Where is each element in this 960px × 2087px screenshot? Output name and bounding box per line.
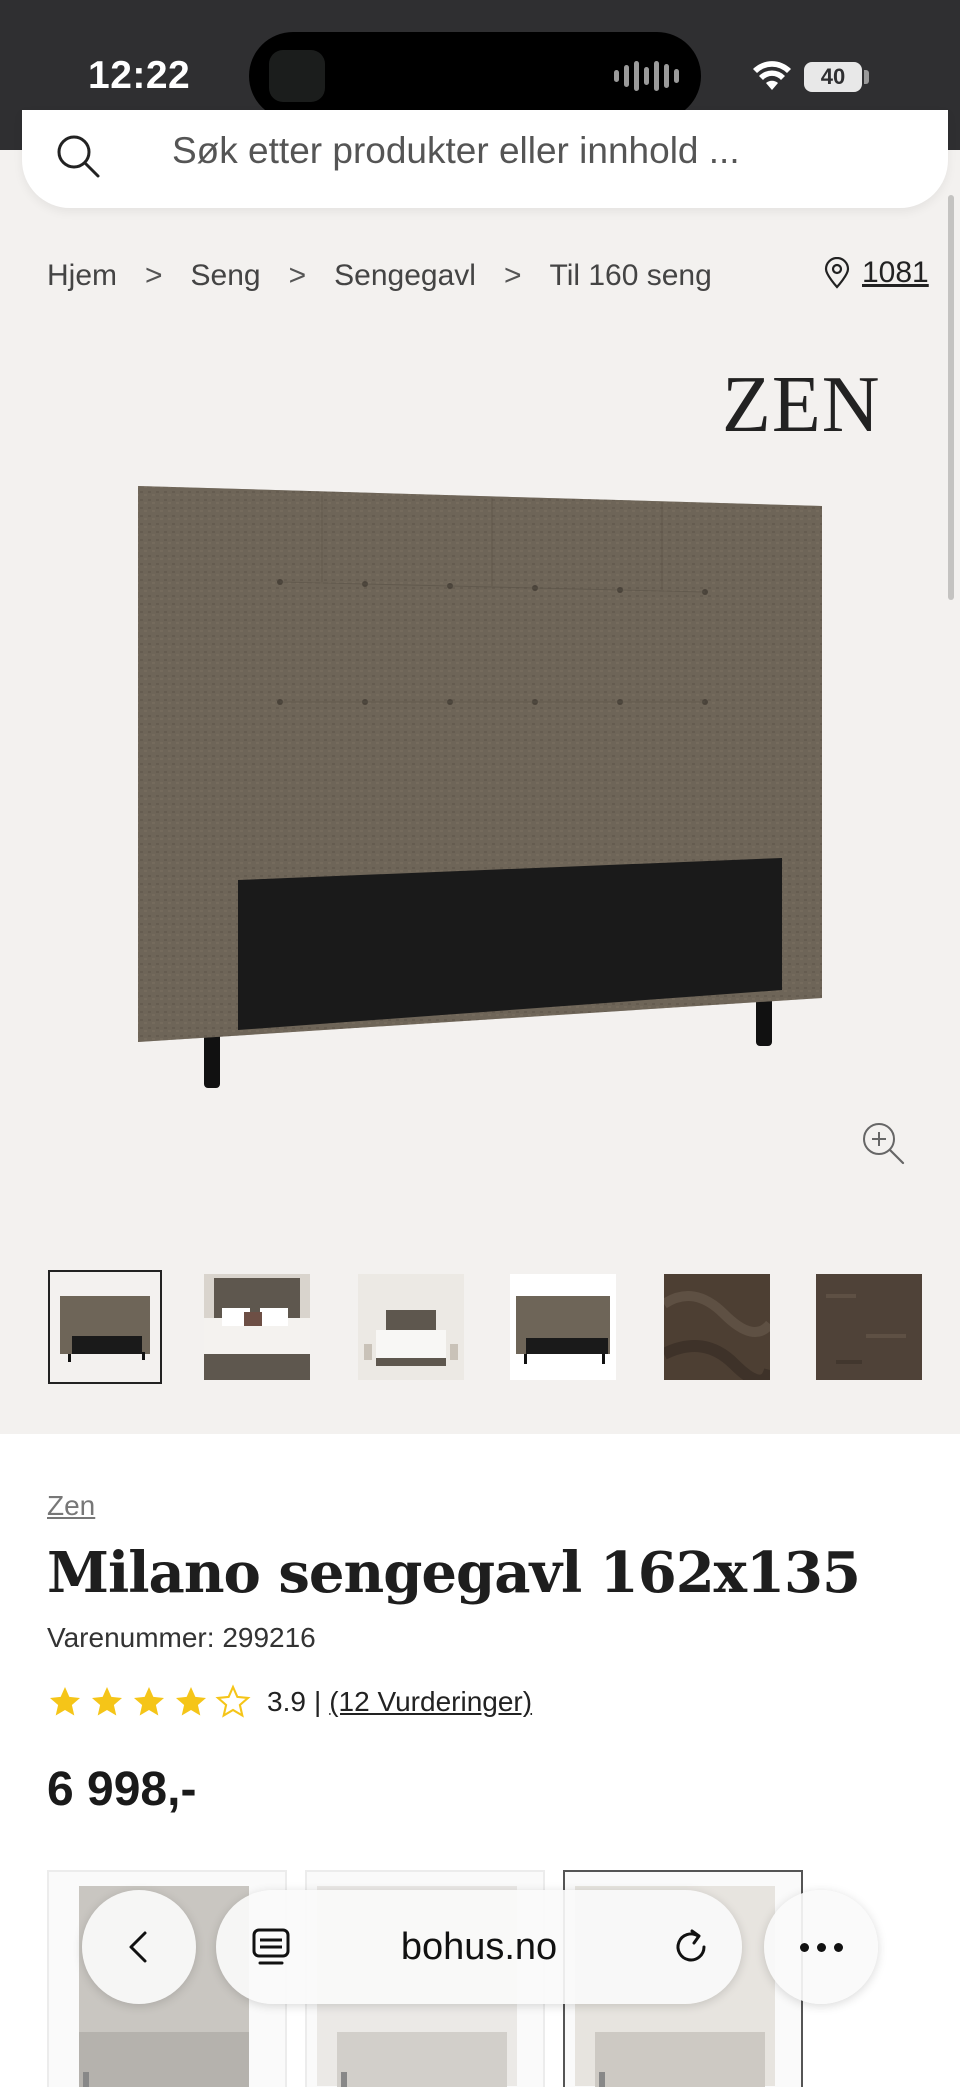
- star-filled-icon: [92, 1687, 122, 1716]
- thumbnail-headboard-white[interactable]: [510, 1274, 616, 1380]
- battery-level: 40: [820, 64, 846, 89]
- thumbnail-bedroom-1[interactable]: [204, 1274, 310, 1380]
- store-number[interactable]: 1081: [862, 256, 929, 290]
- chevron-right-icon: >: [503, 259, 522, 292]
- battery-tip: [864, 70, 869, 84]
- thumbnail-fabric-2[interactable]: [816, 1274, 922, 1380]
- more-icon: [799, 1942, 809, 1952]
- star-filled-icon: [134, 1687, 164, 1716]
- breadcrumb-item-seng[interactable]: Seng: [191, 259, 261, 293]
- location-pin-icon: [824, 257, 850, 289]
- breadcrumb-item-hjem[interactable]: Hjem: [47, 259, 117, 293]
- product-sku: Varenummer: 299216: [47, 1622, 316, 1653]
- thumbnail-strip: [48, 1270, 922, 1384]
- search-icon: [57, 135, 100, 178]
- thumbnail-fabric-1[interactable]: [664, 1274, 770, 1380]
- back-button[interactable]: [82, 1890, 196, 2004]
- reload-icon[interactable]: [668, 1924, 714, 1970]
- star-filled-icon: [50, 1687, 80, 1716]
- battery-icon: 40: [804, 62, 862, 92]
- brand-link[interactable]: Zen: [47, 1490, 95, 1522]
- search-input[interactable]: Søk etter produkter eller innhold ...: [172, 130, 740, 172]
- brand-logo: ZEN: [722, 361, 881, 449]
- breadcrumb-item-til-160-seng[interactable]: Til 160 seng: [549, 259, 711, 293]
- product-image[interactable]: [120, 470, 840, 1100]
- breadcrumb-item-sengegavl[interactable]: Sengegavl: [334, 259, 476, 293]
- thumbnail-bedroom-2[interactable]: [358, 1274, 464, 1380]
- scroll-indicator: [948, 195, 954, 600]
- leg-left: [204, 1030, 220, 1088]
- breadcrumb: Hjem > Seng > Sengegavl > Til 160 seng: [47, 259, 712, 293]
- chevron-right-icon: >: [288, 259, 307, 292]
- reviews-link[interactable]: (12 Vurderinger): [329, 1686, 532, 1718]
- camera-icon: [269, 50, 325, 102]
- thumbnail-headboard-front[interactable]: [48, 1270, 162, 1384]
- wifi-icon: [753, 61, 791, 90]
- zoom-in-icon[interactable]: [860, 1120, 906, 1166]
- search-bar[interactable]: Søk etter produkter eller innhold ...: [22, 110, 948, 208]
- more-options-button[interactable]: [764, 1890, 878, 2004]
- chevron-right-icon: >: [145, 259, 163, 292]
- star-filled-icon: [176, 1687, 206, 1716]
- address-bar[interactable]: bohus.no: [216, 1890, 742, 2004]
- product-price: 6 998,-: [47, 1763, 197, 1816]
- browser-toolbar: bohus.no: [0, 1880, 960, 2020]
- chevron-left-icon: [129, 1931, 147, 1963]
- audio-wave-icon: [614, 60, 679, 92]
- dynamic-island: [249, 32, 701, 120]
- star-empty-icon: [215, 1684, 251, 1718]
- rating-value: 3.9: [267, 1686, 306, 1717]
- status-time: 12:22: [88, 54, 191, 97]
- url-text[interactable]: bohus.no: [216, 1926, 742, 1969]
- store-selector[interactable]: 1081: [824, 256, 929, 290]
- rating-separator: |: [313, 1686, 322, 1717]
- product-title: Milano sengegavl 162x135: [47, 1540, 861, 1606]
- rating-stars: [47, 1684, 251, 1720]
- product-rating: 3.9 | (12 Vurderinger): [47, 1684, 532, 1720]
